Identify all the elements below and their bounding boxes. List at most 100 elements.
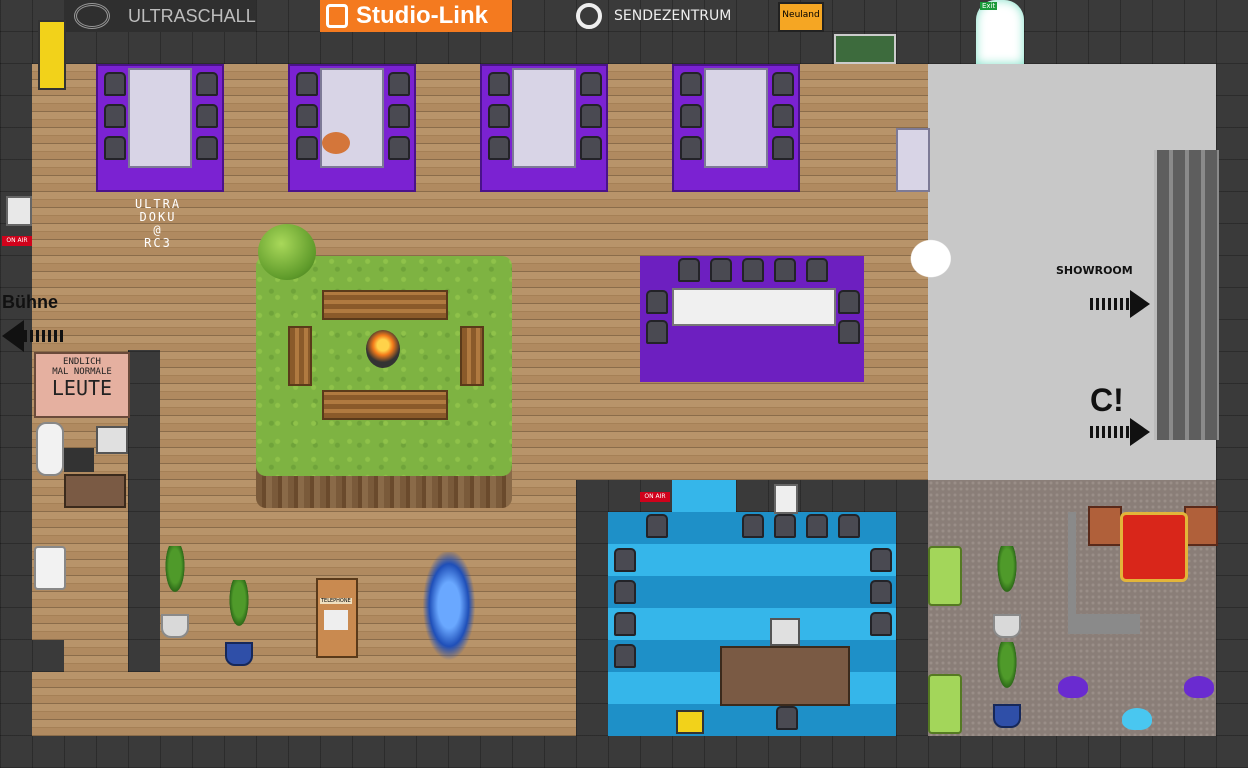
chair[interactable] — [104, 136, 126, 160]
bench-bottom[interactable] — [322, 390, 448, 420]
wooden-floor-lower[interactable] — [32, 480, 576, 736]
chair[interactable] — [488, 72, 510, 96]
chair[interactable] — [614, 644, 636, 668]
desk-block-4[interactable] — [672, 64, 800, 192]
bench-right[interactable] — [460, 326, 484, 386]
chair[interactable] — [806, 514, 828, 538]
bed-green[interactable] — [928, 546, 962, 606]
chair[interactable] — [104, 72, 126, 96]
presenter-desk[interactable] — [720, 646, 850, 706]
chair[interactable] — [646, 290, 668, 314]
chair[interactable] — [196, 104, 218, 128]
chair[interactable] — [870, 548, 892, 572]
unicorn-icon[interactable] — [900, 230, 956, 282]
buehne-arrow[interactable] — [2, 320, 66, 352]
ultraschall-logo: ULTRASCHALL — [64, 0, 256, 32]
toilet-icon[interactable] — [36, 422, 64, 476]
c-arrow[interactable] — [1090, 418, 1152, 446]
exit-door[interactable]: Exit — [976, 0, 1024, 64]
sendezentrum-logo: SENDEZENTRUM — [576, 0, 768, 32]
chair[interactable] — [838, 290, 860, 314]
desk-block-3[interactable] — [480, 64, 608, 192]
chair[interactable] — [104, 104, 126, 128]
bed-green[interactable] — [928, 674, 962, 734]
exit-sign: Exit — [980, 2, 998, 10]
studio-link-text: Studio-Link — [356, 2, 488, 29]
chair[interactable] — [838, 514, 860, 538]
presenter-monitor[interactable] — [770, 618, 800, 646]
campfire-icon[interactable] — [366, 330, 400, 368]
chair[interactable] — [742, 514, 764, 538]
chair[interactable] — [614, 612, 636, 636]
chair[interactable] — [580, 104, 602, 128]
pot-icon — [225, 642, 253, 666]
chair[interactable] — [774, 514, 796, 538]
room-wall-bottom — [1068, 614, 1140, 634]
nightstand-right[interactable] — [1184, 506, 1218, 546]
chair[interactable] — [196, 136, 218, 160]
chair[interactable] — [580, 72, 602, 96]
arrow-left-icon — [2, 320, 24, 352]
desk-block-2[interactable] — [288, 64, 416, 192]
chair[interactable] — [296, 104, 318, 128]
computer-desk[interactable] — [64, 426, 128, 510]
wall-monitor[interactable] — [6, 196, 32, 226]
chair[interactable] — [772, 72, 794, 96]
chair[interactable] — [388, 136, 410, 160]
chair[interactable] — [488, 104, 510, 128]
chair[interactable] — [646, 514, 668, 538]
chair[interactable] — [870, 580, 892, 604]
chair[interactable] — [806, 258, 828, 282]
sendezentrum-text: SENDEZENTRUM — [614, 8, 732, 24]
chair[interactable] — [488, 136, 510, 160]
chair[interactable] — [678, 258, 700, 282]
sink-icon[interactable] — [34, 546, 66, 590]
nightstand-left[interactable] — [1088, 506, 1122, 546]
chair[interactable] — [388, 72, 410, 96]
stairs-lower[interactable] — [1154, 290, 1219, 440]
rocket-icon[interactable] — [418, 552, 480, 670]
chair[interactable] — [742, 258, 764, 282]
chair[interactable] — [680, 104, 702, 128]
studio-monitor[interactable] — [774, 484, 798, 514]
beanbag-icon[interactable] — [1122, 708, 1152, 730]
chair[interactable] — [680, 136, 702, 160]
bathroom-wall — [128, 350, 160, 672]
pot-icon — [993, 614, 1021, 638]
showroom-arrow[interactable] — [1090, 290, 1152, 318]
chair[interactable] — [772, 136, 794, 160]
desk-block-1[interactable] — [96, 64, 224, 192]
ultra-doku-sign: ULTRA DOKU @ RC3 — [134, 197, 182, 250]
beanbag-icon[interactable] — [1058, 676, 1088, 698]
desk[interactable] — [512, 68, 576, 168]
chair[interactable] — [388, 104, 410, 128]
chair[interactable] — [710, 258, 732, 282]
chair[interactable] — [646, 320, 668, 344]
chair[interactable] — [680, 72, 702, 96]
meeting-table[interactable] — [672, 288, 836, 326]
chair[interactable] — [772, 104, 794, 128]
desk[interactable] — [704, 68, 768, 168]
chair[interactable] — [196, 72, 218, 96]
telephone-booth[interactable]: TELEPHONE — [316, 578, 358, 658]
bench-left[interactable] — [288, 326, 312, 386]
chair[interactable] — [296, 136, 318, 160]
chair[interactable] — [614, 548, 636, 572]
studio-floor-sign — [676, 710, 704, 734]
bench-top[interactable] — [322, 290, 448, 320]
pizza-icon — [322, 132, 350, 154]
beanbag-icon[interactable] — [1184, 676, 1214, 698]
tree-icon[interactable] — [258, 224, 316, 280]
chair[interactable] — [296, 72, 318, 96]
bulletin-board[interactable] — [834, 34, 896, 64]
side-monitor-desk[interactable] — [896, 128, 930, 192]
chair[interactable] — [614, 580, 636, 604]
chair[interactable] — [580, 136, 602, 160]
chair[interactable] — [838, 320, 860, 344]
presenter-chair[interactable] — [776, 706, 798, 730]
chair[interactable] — [774, 258, 796, 282]
desk[interactable] — [128, 68, 192, 168]
chair[interactable] — [870, 612, 892, 636]
red-royal-bed[interactable] — [1120, 512, 1188, 582]
studio-entrance[interactable] — [672, 480, 736, 512]
